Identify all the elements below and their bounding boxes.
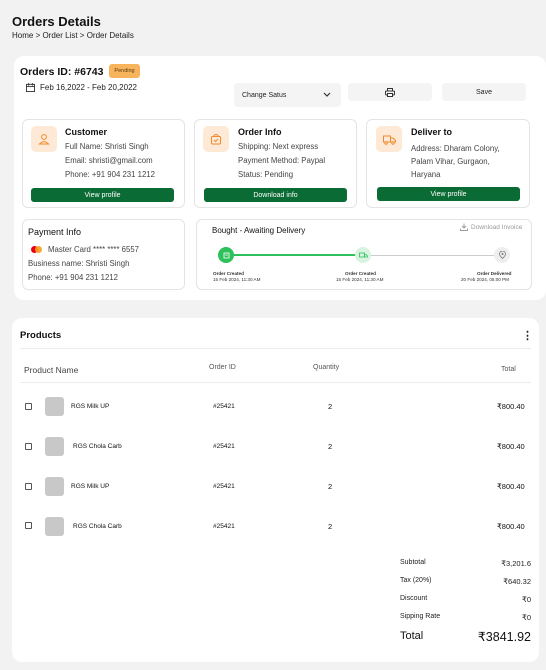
deliver-icon-box	[376, 126, 402, 152]
customer-email: Email: shristi@gmail.com	[65, 156, 153, 165]
product-name: RGS Milk UP	[71, 403, 110, 410]
tracking-step-2	[355, 247, 371, 263]
product-total: ₹800.40	[497, 522, 525, 531]
subtotal-label: Subtotal	[400, 559, 426, 566]
order-id: Orders ID: #6743	[20, 66, 104, 78]
payment-card: Master Card **** **** 6557	[48, 245, 140, 254]
download-invoice-link[interactable]: Download Invoice	[460, 223, 522, 231]
page-title: Orders Details	[12, 14, 101, 29]
payment-title: Payment Info	[28, 227, 82, 237]
deliver-address-3: Haryana	[411, 170, 441, 179]
order-info-status: Status: Pending	[238, 170, 294, 179]
payment-phone: Phone: +91 904 231 1212	[28, 273, 118, 282]
tax-value: ₹640.32	[503, 577, 531, 586]
download-icon	[460, 223, 468, 231]
product-name: RGS Chola Carb	[73, 523, 122, 530]
deliver-address-2: Palam Vihar, Gurgaon,	[411, 157, 490, 166]
product-quantity: 2	[328, 402, 333, 411]
location-pin-icon	[498, 251, 506, 259]
customer-icon-box	[31, 126, 57, 152]
bag-icon	[211, 134, 221, 145]
tracking-step-3	[494, 247, 510, 263]
breadcrumb[interactable]: Home > Order List > Order Details	[12, 31, 134, 40]
col-order-id: Order ID	[209, 364, 236, 371]
shipping-value: ₹0	[522, 613, 531, 622]
product-name: RGS Milk UP	[71, 483, 110, 490]
customer-view-profile-button[interactable]: View profile	[31, 188, 174, 202]
product-order-id: #25421	[213, 403, 235, 410]
customer-name: Full Name: Shristi Singh	[65, 142, 149, 151]
products-header-divider	[20, 382, 531, 383]
product-name: RGS Chola Carb	[73, 443, 122, 450]
date-range-text: Feb 16,2022 - Feb 20,2022	[40, 83, 137, 92]
products-title: Products	[20, 330, 62, 341]
deliver-address-1: Address: Dharam Colony,	[411, 144, 500, 153]
product-quantity: 2	[328, 442, 333, 451]
order-info-title: Order Info	[238, 127, 282, 137]
product-order-id: #25421	[213, 523, 235, 530]
customer-phone: Phone: +91 904 231 1212	[65, 170, 155, 179]
product-total: ₹800.40	[497, 482, 525, 491]
product-thumbnail	[45, 477, 64, 496]
change-status-select[interactable]: Change Satus	[234, 83, 341, 107]
tracking-title: Bought - Awaiting Delivery	[212, 226, 306, 235]
download-invoice-label: Download Invoice	[471, 223, 523, 231]
deliver-title: Deliver to	[411, 127, 453, 137]
order-info-shipping: Shipping: Next express	[238, 142, 319, 151]
status-badge: Pending	[109, 64, 140, 78]
truck-icon	[382, 135, 396, 145]
step-1-date: 15 Feb 2024, 11:30 AM	[213, 277, 261, 282]
payment-business: Business name: Shristi Singh	[28, 259, 130, 268]
more-options-icon[interactable]: ⋮	[522, 329, 533, 342]
date-range: Feb 16,2022 - Feb 20,2022	[26, 83, 137, 92]
product-order-id: #25421	[213, 483, 235, 490]
row-checkbox[interactable]	[25, 522, 32, 529]
save-button[interactable]: Save	[442, 83, 526, 101]
total-value: ₹3841.92	[477, 630, 531, 644]
chevron-down-icon	[323, 92, 331, 97]
row-checkbox[interactable]	[25, 443, 32, 450]
order-info-icon-box	[203, 126, 229, 152]
col-total: Total	[501, 366, 516, 373]
customer-title: Customer	[65, 127, 108, 137]
product-total: ₹800.40	[497, 442, 525, 451]
tax-label: Tax (20%)	[400, 577, 432, 584]
printer-icon	[385, 87, 395, 97]
order-info-payment: Payment Method: Paypal	[238, 156, 326, 165]
step-3-date: 20 Feb 2024, 05:00 PM	[461, 277, 510, 282]
download-info-button[interactable]: Download info	[204, 188, 347, 202]
truck-icon	[358, 252, 368, 257]
discount-label: Discount	[400, 595, 428, 602]
print-button[interactable]	[348, 83, 432, 101]
product-quantity: 2	[328, 522, 333, 531]
col-quantity: Quantity	[313, 364, 340, 371]
save-label: Save	[476, 88, 492, 96]
step-2-date: 15 Feb 2024, 11:30 AM	[336, 277, 384, 282]
tracking-step-1	[218, 247, 234, 263]
calendar-icon	[26, 83, 35, 92]
shipping-label: Sipping Rate	[400, 613, 441, 620]
product-total: ₹800.40	[497, 402, 525, 411]
product-quantity: 2	[328, 482, 333, 491]
product-thumbnail	[45, 437, 64, 456]
discount-value: ₹0	[522, 595, 531, 604]
tracking-progress-fill	[226, 254, 364, 256]
subtotal-value: ₹3,201.6	[501, 559, 531, 568]
user-icon	[38, 134, 50, 145]
row-checkbox[interactable]	[25, 483, 32, 490]
product-thumbnail	[45, 397, 64, 416]
mastercard-icon	[31, 246, 43, 253]
col-product-name: Product Name	[24, 365, 79, 375]
receipt-icon	[223, 252, 229, 258]
change-status-label: Change Satus	[242, 91, 287, 99]
deliver-view-profile-button[interactable]: View profile	[377, 187, 520, 201]
product-order-id: #25421	[213, 443, 235, 450]
product-thumbnail	[45, 517, 64, 536]
products-divider	[20, 348, 531, 349]
row-checkbox[interactable]	[25, 403, 32, 410]
total-label: Total	[400, 630, 424, 642]
